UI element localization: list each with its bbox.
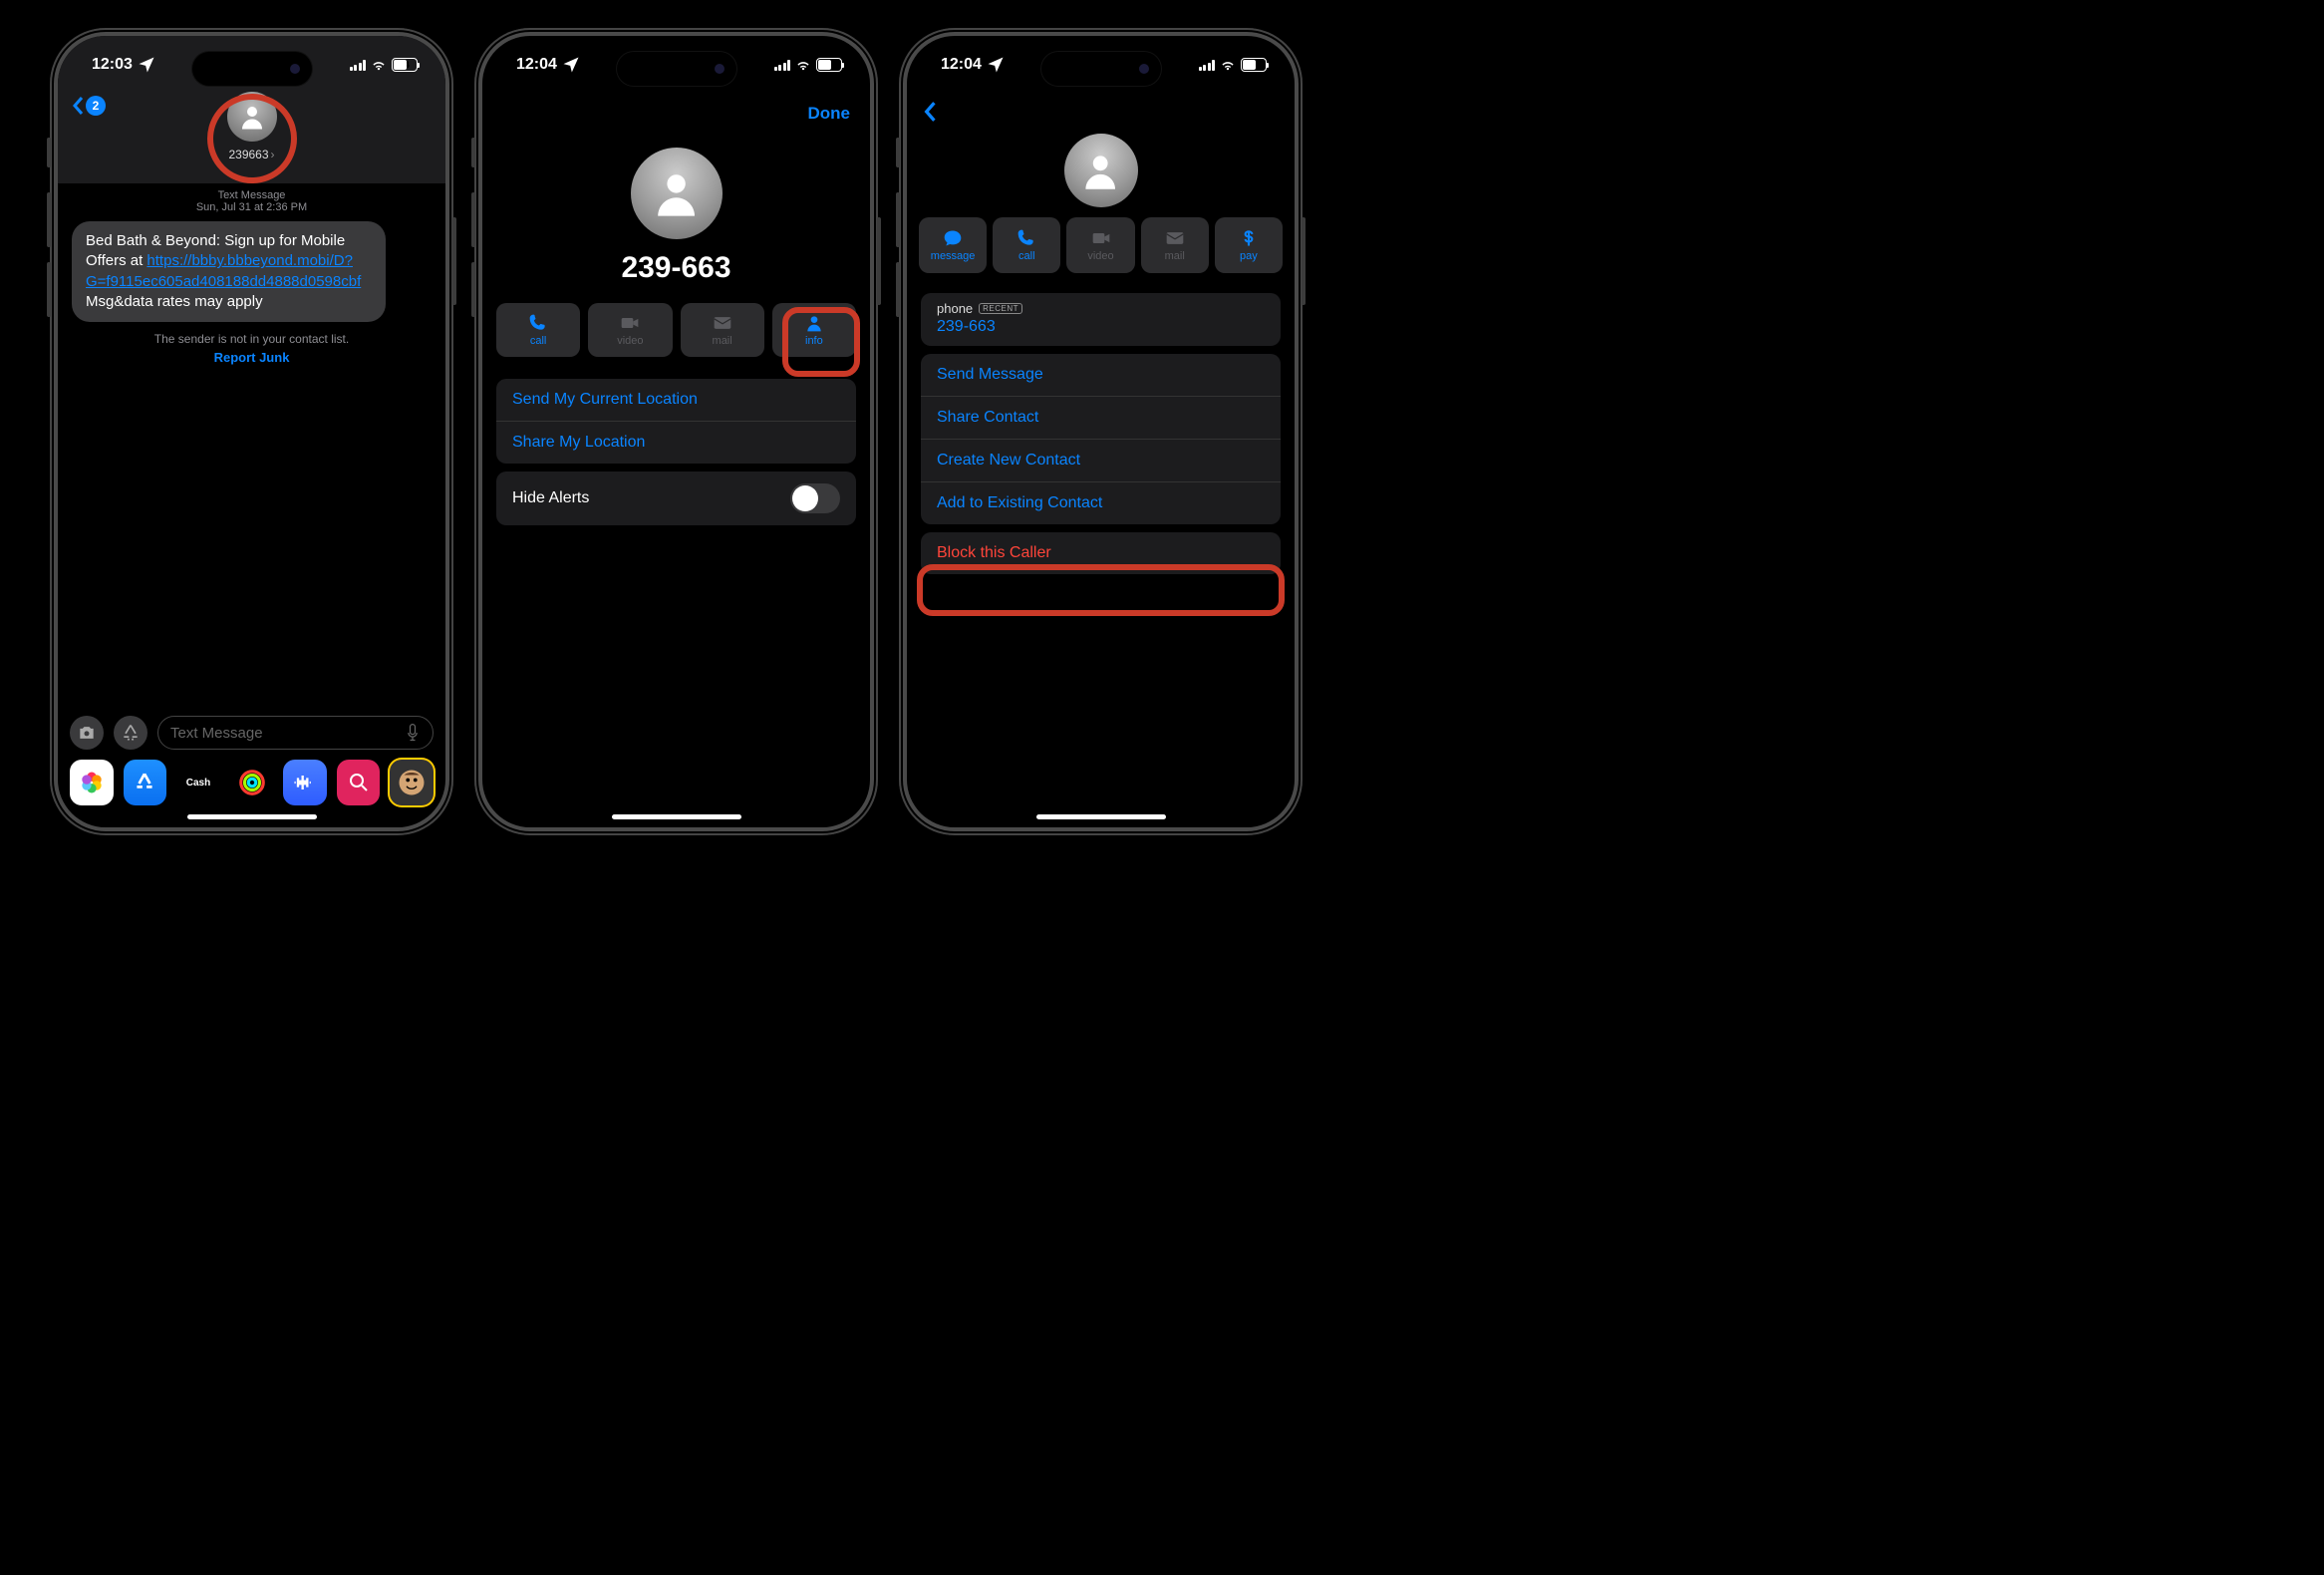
- cell-signal-icon: [774, 60, 791, 71]
- phone-value: 239-663: [937, 318, 1265, 336]
- app-store-icon: [121, 723, 141, 743]
- wifi-icon: [1220, 59, 1236, 71]
- status-time: 12:03: [92, 56, 133, 74]
- photos-app[interactable]: [70, 760, 114, 805]
- phone-frame-1: 12:03 54 2 239663 Text Mes: [50, 28, 453, 835]
- phone-frame-2: 12:04 54 Done 239-663 call video mail in…: [474, 28, 878, 835]
- wifi-icon: [795, 59, 811, 71]
- unread-count: 2: [86, 96, 106, 116]
- hide-alerts-label: Hide Alerts: [512, 489, 589, 507]
- compose-placeholder: Text Message: [170, 725, 263, 742]
- phone-field[interactable]: phone RECENT 239-663: [921, 293, 1281, 346]
- report-junk-button[interactable]: Report Junk: [58, 350, 445, 365]
- recent-badge: RECENT: [979, 303, 1022, 314]
- appstore-app[interactable]: [124, 760, 167, 805]
- mic-icon: [405, 723, 421, 743]
- wifi-icon: [371, 59, 387, 71]
- add-existing-button[interactable]: Add to Existing Contact: [921, 481, 1281, 524]
- mail-button[interactable]: mail: [681, 303, 764, 357]
- phone-number: 239-663: [482, 251, 870, 285]
- message-button[interactable]: message: [919, 217, 987, 273]
- send-message-button[interactable]: Send Message: [921, 354, 1281, 396]
- location-icon: [561, 55, 581, 75]
- mail-icon: [713, 313, 732, 333]
- sender-note: The sender is not in your contact list.: [58, 332, 445, 346]
- phone-icon: [528, 313, 548, 333]
- back-button[interactable]: 2: [72, 96, 106, 116]
- search-app[interactable]: [337, 760, 381, 805]
- send-location-button[interactable]: Send My Current Location: [496, 379, 856, 421]
- dollar-icon: [1239, 228, 1259, 248]
- block-caller-button[interactable]: Block this Caller: [921, 532, 1281, 574]
- contact-header[interactable]: 239663: [227, 92, 277, 163]
- phone-icon: [1017, 228, 1036, 248]
- audio-app[interactable]: [283, 760, 327, 805]
- share-location-button[interactable]: Share My Location: [496, 421, 856, 464]
- video-icon: [620, 313, 640, 333]
- chevron-left-icon: [72, 96, 84, 116]
- info-button[interactable]: info: [772, 303, 856, 357]
- avatar-icon: [631, 148, 723, 239]
- home-indicator[interactable]: [612, 814, 741, 819]
- chevron-left-icon: [923, 101, 937, 123]
- home-indicator[interactable]: [187, 814, 317, 819]
- message-metadata: Text Message Sun, Jul 31 at 2:36 PM: [58, 183, 445, 215]
- message-icon: [943, 228, 963, 248]
- apple-cash-app[interactable]: Cash: [176, 760, 220, 805]
- camera-button[interactable]: [70, 716, 104, 750]
- cell-signal-icon: [350, 60, 367, 71]
- app-store-button[interactable]: [114, 716, 147, 750]
- create-contact-button[interactable]: Create New Contact: [921, 439, 1281, 481]
- camera-icon: [77, 723, 97, 743]
- pay-button[interactable]: pay: [1215, 217, 1283, 273]
- compose-input[interactable]: Text Message: [157, 716, 434, 750]
- battery-icon: 54: [816, 58, 842, 72]
- mail-icon: [1165, 228, 1185, 248]
- dynamic-island: [192, 52, 312, 86]
- home-indicator[interactable]: [1036, 814, 1166, 819]
- phone-frame-3: 12:04 54 message call video mail pay pho…: [899, 28, 1303, 835]
- cell-signal-icon: [1199, 60, 1216, 71]
- person-icon: [804, 313, 824, 333]
- battery-icon: 54: [1241, 58, 1267, 72]
- avatar-icon: [1064, 134, 1138, 207]
- video-button[interactable]: video: [1066, 217, 1134, 273]
- phone-label: phone: [937, 301, 973, 316]
- fitness-app[interactable]: [230, 760, 274, 805]
- hide-alerts-toggle[interactable]: [790, 483, 840, 513]
- avatar-icon: [227, 92, 277, 142]
- status-time: 12:04: [941, 56, 982, 74]
- video-button[interactable]: video: [588, 303, 672, 357]
- location-icon: [137, 55, 156, 75]
- battery-icon: 54: [392, 58, 418, 72]
- mail-button[interactable]: mail: [1141, 217, 1209, 273]
- hide-alerts-row: Hide Alerts: [496, 472, 856, 525]
- contact-name: 239663: [228, 148, 274, 161]
- back-button[interactable]: [923, 99, 937, 130]
- location-icon: [986, 55, 1006, 75]
- done-button[interactable]: Done: [808, 104, 851, 124]
- call-button[interactable]: call: [993, 217, 1060, 273]
- share-contact-button[interactable]: Share Contact: [921, 396, 1281, 439]
- video-icon: [1091, 228, 1111, 248]
- call-button[interactable]: call: [496, 303, 580, 357]
- dynamic-island: [617, 52, 736, 86]
- dynamic-island: [1041, 52, 1161, 86]
- memoji-app[interactable]: [390, 760, 434, 805]
- status-time: 12:04: [516, 56, 557, 74]
- message-bubble[interactable]: Bed Bath & Beyond: Sign up for Mobile Of…: [72, 221, 386, 322]
